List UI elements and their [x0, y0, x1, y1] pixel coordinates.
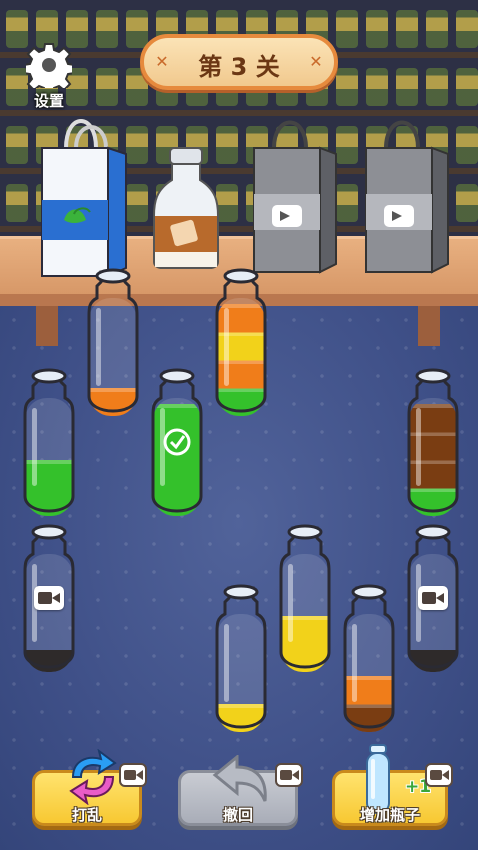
add-bottle-label: 增加瓶子	[359, 806, 420, 824]
bottle-b1[interactable]	[84, 268, 142, 420]
shelf-jar	[426, 10, 448, 48]
shelf-jar	[6, 184, 28, 222]
locked-gift-bag-item[interactable]	[362, 110, 452, 276]
shelf-jar	[336, 10, 358, 48]
video-icon	[425, 763, 453, 787]
level-title: 第 3 关	[198, 53, 280, 81]
shelf-jar	[6, 126, 28, 164]
shelf-jar	[456, 68, 478, 106]
shelf-jar	[456, 184, 478, 222]
bottle-b9[interactable]	[212, 584, 270, 736]
tea-bag-item[interactable]	[38, 108, 130, 280]
bottle-b5[interactable]	[404, 368, 462, 520]
shelf-jar	[336, 68, 358, 106]
table-leg	[418, 306, 440, 346]
bottle-b2[interactable]	[212, 268, 270, 420]
shelf-jar	[456, 126, 478, 164]
shuffle-icon	[69, 749, 117, 805]
video-icon	[275, 763, 303, 787]
bottle-b8[interactable]	[276, 524, 334, 676]
milk-tea-bottle-item[interactable]	[150, 146, 222, 270]
shelf-jar	[126, 10, 148, 48]
bottle-b6[interactable]	[20, 524, 78, 676]
undo-label: 撤回	[222, 806, 253, 824]
settings-button[interactable]: 设置	[22, 42, 76, 110]
bottle-b7[interactable]	[404, 524, 462, 676]
shelf-jar	[366, 10, 388, 48]
shelf-jar	[96, 68, 118, 106]
video-icon	[272, 205, 302, 227]
video-icon	[418, 586, 448, 610]
bottle-b4[interactable]	[148, 368, 206, 520]
shuffle-button[interactable]: 打乱	[32, 749, 147, 826]
shuffle-label: 打乱	[71, 806, 102, 824]
shelf-jar	[396, 10, 418, 48]
shelf-jar	[426, 68, 448, 106]
video-icon	[384, 205, 414, 227]
gear-icon	[26, 43, 72, 88]
shelf-jar	[456, 10, 478, 48]
video-icon	[34, 586, 64, 610]
bottle-b3[interactable]	[20, 368, 78, 520]
level-banner: ✕ 第 3 关 ✕	[140, 34, 338, 90]
undo-arrow-icon	[212, 755, 267, 802]
video-icon	[119, 763, 147, 787]
undo-button[interactable]: 撤回	[178, 755, 303, 826]
banner-ornament-right: ✕	[309, 52, 323, 71]
shelf-jar	[396, 68, 418, 106]
shelf-jar	[366, 68, 388, 106]
locked-gift-bag-item[interactable]	[250, 110, 340, 276]
bottle-b10[interactable]	[340, 584, 398, 736]
shelf-jar	[96, 10, 118, 48]
add-bottle-button[interactable]: +1 增加瓶子	[332, 744, 453, 826]
table-leg	[36, 306, 58, 346]
